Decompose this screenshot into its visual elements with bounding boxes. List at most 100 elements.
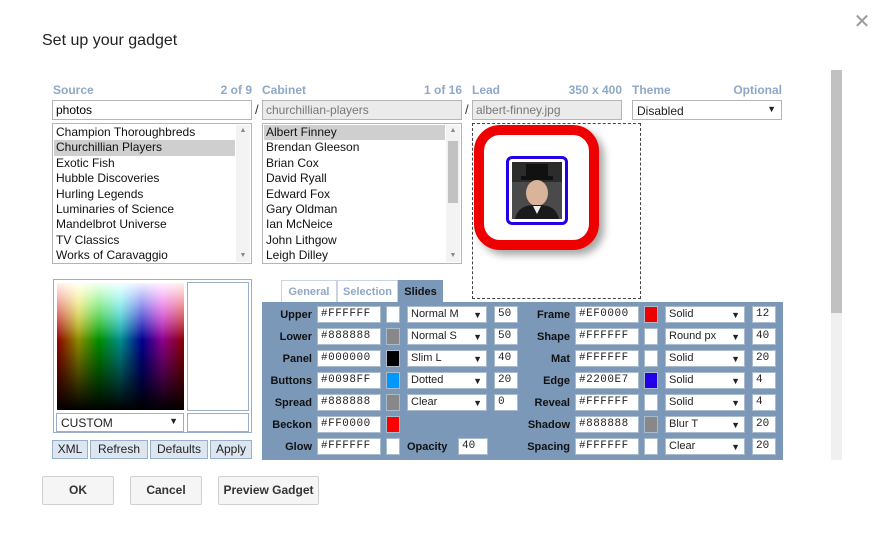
style-select[interactable]: Slim L ▼ [407, 350, 487, 367]
tab-general[interactable]: General [281, 280, 337, 302]
number-field[interactable]: 40 [458, 438, 488, 455]
tab-slides[interactable]: Slides [398, 280, 443, 302]
source-list-item[interactable]: Works of Caravaggio [54, 248, 235, 263]
hex-color-field[interactable]: #888888 [317, 328, 381, 345]
hex-color-field[interactable]: #FFFFFF [575, 394, 639, 411]
hex-color-field[interactable]: #FFFFFF [575, 328, 639, 345]
style-select[interactable]: Round px ▼ [665, 328, 745, 345]
scroll-down-icon[interactable]: ▼ [236, 250, 250, 262]
color-swatch[interactable] [644, 438, 658, 455]
style-select[interactable]: Solid ▼ [665, 394, 745, 411]
number-field[interactable]: 40 [494, 350, 518, 367]
number-field[interactable]: 40 [752, 328, 776, 345]
number-field[interactable]: 20 [752, 438, 776, 455]
number-field[interactable]: 0 [494, 394, 518, 411]
number-field[interactable]: 20 [494, 372, 518, 389]
page-scroll-thumb[interactable] [831, 70, 842, 313]
scroll-up-icon[interactable]: ▲ [236, 125, 250, 137]
hex-color-field[interactable]: #FFFFFF [575, 350, 639, 367]
cabinet-list-item[interactable]: Brendan Gleeson [264, 140, 445, 155]
color-swatch[interactable] [644, 328, 658, 345]
number-field[interactable]: 20 [752, 350, 776, 367]
source-list-item[interactable]: Luminaries of Science [54, 202, 235, 217]
apply-button[interactable]: Apply [210, 440, 252, 459]
scroll-up-icon[interactable]: ▲ [446, 125, 460, 137]
color-swatch[interactable] [644, 394, 658, 411]
color-swatch[interactable] [386, 394, 400, 411]
source-list-item[interactable]: Hurling Legends [54, 187, 235, 202]
style-select[interactable]: Clear ▼ [407, 394, 487, 411]
refresh-button[interactable]: Refresh [90, 440, 148, 459]
cabinet-list-item[interactable]: Leigh Dilley [264, 248, 445, 263]
source-list[interactable]: Champion Thoroughbreds Churchillian Playe… [52, 123, 252, 264]
number-field[interactable]: 12 [752, 306, 776, 323]
cabinet-list-item[interactable]: David Ryall [264, 171, 445, 186]
hex-color-field[interactable]: #EF0000 [575, 306, 639, 323]
cancel-button[interactable]: Cancel [130, 476, 202, 505]
style-select[interactable]: Solid ▼ [665, 372, 745, 389]
color-swatch[interactable] [644, 372, 658, 389]
number-field[interactable]: 4 [752, 394, 776, 411]
hex-color-field[interactable]: #2200E7 [575, 372, 639, 389]
theme-select[interactable]: Disabled ▼ [632, 100, 782, 120]
scroll-down-icon[interactable]: ▼ [446, 250, 460, 262]
number-field[interactable]: 4 [752, 372, 776, 389]
color-swatch[interactable] [644, 416, 658, 433]
source-list-item[interactable]: Exotic Fish [54, 156, 235, 171]
hex-color-field[interactable]: #0098FF [317, 372, 381, 389]
color-swatch[interactable] [386, 416, 400, 433]
style-select[interactable]: Normal S ▼ [407, 328, 487, 345]
style-select[interactable]: Normal M ▼ [407, 306, 487, 323]
source-list-item[interactable]: TV Classics [54, 233, 235, 248]
preview-gadget-button[interactable]: Preview Gadget [218, 476, 319, 505]
source-list-item[interactable]: Hubble Discoveries [54, 171, 235, 186]
hex-color-field[interactable]: #FFFFFF [317, 438, 381, 455]
hex-color-field[interactable]: #FFFFFF [575, 438, 639, 455]
cabinet-list-item[interactable]: Ian McNeice [264, 217, 445, 232]
hex-color-field[interactable]: #FFFFFF [317, 306, 381, 323]
color-swatch[interactable] [386, 306, 400, 323]
defaults-button[interactable]: Defaults [150, 440, 208, 459]
hex-color-field[interactable]: #000000 [317, 350, 381, 367]
color-gradient-field[interactable] [57, 283, 184, 410]
number-field[interactable]: 50 [494, 306, 518, 323]
style-select[interactable]: Solid ▼ [665, 350, 745, 367]
cabinet-list-item[interactable]: Gary Oldman [264, 202, 445, 217]
color-swatch[interactable] [644, 350, 658, 367]
style-select[interactable]: Blur T ▼ [665, 416, 745, 433]
color-mode-select[interactable]: CUSTOM ▼ [56, 413, 184, 432]
close-icon[interactable]: ✕ [852, 12, 872, 32]
color-swatch[interactable] [386, 438, 400, 455]
tab-selection[interactable]: Selection [337, 280, 398, 302]
source-input[interactable] [52, 100, 252, 120]
color-swatch[interactable] [386, 372, 400, 389]
xml-button[interactable]: XML [52, 440, 88, 459]
cabinet-list-scrollbar[interactable]: ▲ ▼ [446, 125, 460, 262]
cabinet-list[interactable]: Albert Finney Brendan Gleeson Brian Cox Dav… [262, 123, 462, 264]
source-list-item[interactable]: Mandelbrot Universe [54, 217, 235, 232]
color-swatch[interactable] [386, 328, 400, 345]
hex-color-field[interactable]: #888888 [575, 416, 639, 433]
lead-input[interactable] [472, 100, 622, 120]
source-list-item[interactable]: Churchillian Players [54, 140, 235, 156]
cabinet-list-item[interactable]: John Lithgow [264, 233, 445, 248]
ok-button[interactable]: OK [42, 476, 114, 505]
style-select[interactable]: Solid ▼ [665, 306, 745, 323]
color-value-field[interactable] [187, 413, 249, 432]
hex-color-field[interactable]: #FF0000 [317, 416, 381, 433]
cabinet-input[interactable] [262, 100, 462, 120]
scroll-thumb[interactable] [448, 141, 458, 203]
number-field[interactable]: 50 [494, 328, 518, 345]
cabinet-list-item[interactable]: Albert Finney [264, 125, 445, 141]
source-list-items: Champion Thoroughbreds Churchillian Playe… [54, 125, 235, 263]
number-field[interactable]: 20 [752, 416, 776, 433]
style-select[interactable]: Dotted ▼ [407, 372, 487, 389]
hex-color-field[interactable]: #888888 [317, 394, 381, 411]
style-select[interactable]: Clear ▼ [665, 438, 745, 455]
cabinet-list-item[interactable]: Edward Fox [264, 187, 445, 202]
source-list-item[interactable]: Champion Thoroughbreds [54, 125, 235, 140]
cabinet-list-item[interactable]: Brian Cox [264, 156, 445, 171]
source-list-scrollbar[interactable]: ▲ ▼ [236, 125, 250, 262]
color-swatch[interactable] [644, 306, 658, 323]
color-swatch[interactable] [386, 350, 400, 367]
